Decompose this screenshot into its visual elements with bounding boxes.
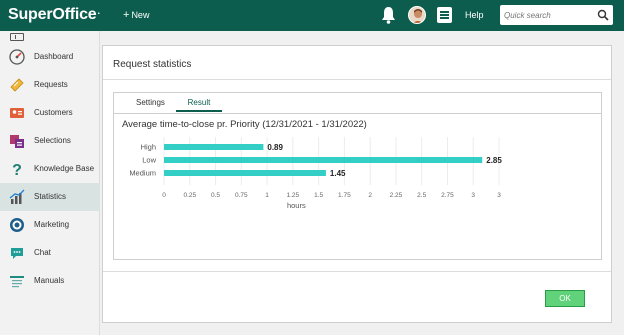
tab-result[interactable]: Result: [176, 98, 222, 112]
sidebar-item-label: Manuals: [34, 276, 65, 285]
new-button[interactable]: + New: [123, 9, 149, 21]
divider: [103, 271, 611, 272]
plus-icon: +: [123, 9, 130, 21]
x-tick-label: 2.75: [441, 192, 454, 199]
divider: [103, 79, 611, 80]
superoffice-logo[interactable]: SuperOffice.: [8, 6, 100, 24]
bar-chart-icon: [9, 189, 25, 204]
main-menu-icon[interactable]: [437, 7, 452, 23]
bell-icon[interactable]: [381, 6, 396, 24]
bar: [164, 157, 483, 163]
bar: [164, 144, 264, 150]
chart-title: Average time-to-close pr. Priority (12/3…: [122, 119, 367, 130]
x-tick-label: 3: [471, 192, 475, 199]
manuals-icon: [10, 276, 24, 288]
sidebar-item-knowledge-base[interactable]: ? Knowledge Base: [0, 155, 100, 183]
sidebar-item-requests[interactable]: Requests: [0, 71, 100, 99]
x-tick-label: 1.25: [287, 192, 300, 199]
help-link[interactable]: Help: [465, 10, 484, 20]
sidebar-item-label: Knowledge Base: [34, 164, 95, 173]
svg-text:?: ?: [12, 162, 22, 177]
collapse-sidebar-icon[interactable]: [10, 33, 24, 41]
y-category-label: Medium: [129, 169, 156, 178]
x-tick-label: 3: [497, 192, 501, 199]
x-tick-label: 1.75: [338, 192, 351, 199]
question-mark-icon: ?: [12, 162, 22, 177]
x-tick-label: 0.5: [211, 192, 220, 199]
sidebar-item-label: Customers: [34, 108, 73, 117]
x-tick-label: 0.25: [183, 192, 196, 199]
sidebar-item-manuals[interactable]: Manuals: [0, 267, 100, 295]
priority-bar-chart: 0 0.25 0.5 0.75 1 1.25 1.5 1.75 2 2.25 2.5 2.75 3 3 Hi…: [129, 137, 502, 210]
request-statistics-panel: Request statistics Settings Result Avera…: [102, 45, 612, 323]
sidebar-item-label: Dashboard: [34, 52, 74, 61]
x-tick-label: 1: [265, 192, 269, 199]
sidebar-item-label: Chat: [34, 248, 51, 257]
sidebar-item-chat[interactable]: Chat: [0, 239, 100, 267]
data-label: 1.45: [330, 169, 346, 178]
bar: [164, 170, 326, 176]
statistics-tab-container: Settings Result Average time-to-close pr…: [113, 92, 602, 260]
y-category-label: High: [141, 143, 156, 152]
target-icon: [10, 218, 24, 232]
selections-icon: [10, 135, 24, 148]
x-tick-label: 2.25: [390, 192, 403, 199]
divider: [114, 113, 601, 114]
x-tick-label: 1.5: [314, 192, 323, 199]
x-tick-label: 2.5: [417, 192, 426, 199]
quick-search[interactable]: [500, 5, 613, 25]
chat-bubble-icon: [11, 248, 23, 259]
sidebar-item-label: Statistics: [34, 192, 67, 201]
sidebar-item-label: Requests: [34, 80, 68, 89]
x-tick-label: 2: [368, 192, 372, 199]
requests-ticket-icon: [10, 78, 24, 92]
sidebar-item-selections[interactable]: Selections: [0, 127, 100, 155]
data-label: 2.85: [486, 156, 502, 165]
customers-card-icon: [10, 108, 24, 118]
x-tick-label: 0: [162, 192, 166, 199]
data-label: 0.89: [267, 143, 283, 152]
sidebar-item-dashboard[interactable]: Dashboard: [0, 43, 100, 71]
sidebar: Dashboard Requests Customers Selections …: [0, 31, 100, 335]
search-input[interactable]: [504, 8, 596, 22]
top-bar: SuperOffice. + New Help: [0, 0, 624, 31]
sidebar-item-customers[interactable]: Customers: [0, 99, 100, 127]
x-tick-label: 0.75: [235, 192, 248, 199]
panel-title: Request statistics: [113, 59, 192, 70]
dashboard-gauge-icon: [9, 49, 25, 65]
user-avatar[interactable]: [408, 6, 426, 24]
ok-button[interactable]: OK: [545, 290, 585, 307]
sidebar-item-marketing[interactable]: Marketing: [0, 211, 100, 239]
search-icon[interactable]: [597, 9, 609, 21]
y-category-label: Low: [142, 156, 156, 165]
sidebar-item-label: Selections: [34, 136, 71, 145]
x-axis-label: hours: [287, 201, 306, 210]
sidebar-item-statistics[interactable]: Statistics: [0, 183, 100, 211]
tab-settings[interactable]: Settings: [136, 98, 165, 107]
sidebar-item-label: Marketing: [34, 220, 70, 229]
